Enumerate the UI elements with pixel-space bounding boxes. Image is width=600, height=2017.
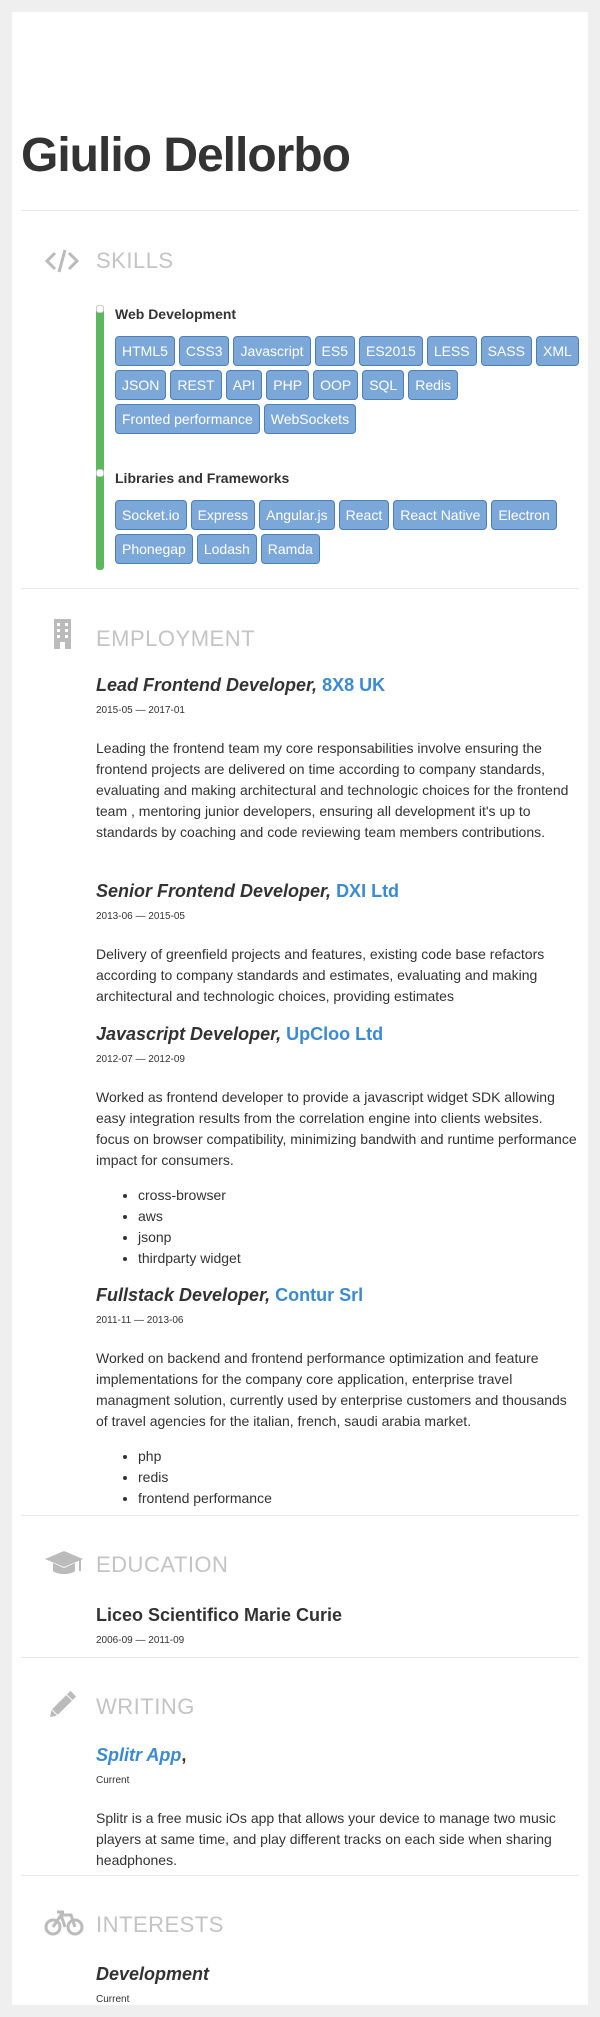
skill-keyword-tag: ES5 — [314, 336, 355, 366]
job-title: Senior Frontend Developer, DXI Ltd — [96, 881, 400, 901]
job-summary: Worked on backend and frontend performan… — [96, 1350, 567, 1429]
education-dates: 2006-09 — 2011-09 — [96, 1635, 185, 1646]
company-link[interactable]: Contur Srl — [275, 1285, 363, 1305]
job-highlight-item: redis — [138, 1467, 578, 1488]
skill-name: Web Development — [115, 306, 237, 322]
job-highlight-item: php — [138, 1446, 578, 1467]
skill-keyword-tag: Redis — [408, 370, 458, 400]
skill-keyword-tag: Phonegap — [115, 534, 193, 564]
skill-keyword-tag: Express — [190, 500, 256, 530]
skill-keyword-tag: REST — [170, 370, 222, 400]
job-highlights: cross-browserawsjsonpthirdparty widget — [96, 1185, 578, 1269]
job-summary: Delivery of greenfield projects and feat… — [96, 946, 545, 1004]
bicycle-icon — [44, 1905, 84, 1941]
employment-entry: Fullstack Developer, Contur Srl 2011-11 … — [96, 1284, 578, 1509]
skill-keyword-tag: React Native — [393, 500, 488, 530]
divider — [21, 588, 579, 589]
writing-entry: Splitr App, Current Splitr is a free mus… — [96, 1744, 578, 1871]
divider — [21, 1657, 579, 1658]
writing-link[interactable]: Splitr App — [96, 1745, 181, 1765]
interests-section-title: INTERESTS — [96, 1912, 224, 1937]
skill-keyword-tag: PHP — [266, 370, 310, 400]
skill-keyword-tag: JSON — [115, 370, 167, 400]
resume-page: Giulio Dellorbo SKILLS Web Development H… — [12, 12, 588, 2005]
skill-keyword-tag: Angular.js — [259, 500, 335, 530]
job-highlight-item: jsonp — [138, 1227, 578, 1248]
writing-section-title: WRITING — [96, 1694, 195, 1719]
company-link[interactable]: DXI Ltd — [336, 881, 399, 901]
job-summary: Leading the frontend team my core respon… — [96, 740, 569, 840]
interest-name: Development — [96, 1964, 210, 1984]
job-title: Fullstack Developer, Contur Srl — [96, 1285, 364, 1305]
skill-keyword-tag: WebSockets — [263, 404, 357, 434]
job-highlight-item: frontend performance — [138, 1488, 578, 1509]
employment-entry: Senior Frontend Developer, DXI Ltd 2013-… — [96, 880, 578, 1007]
skill-keyword-tag: HTML5 — [115, 336, 175, 366]
writing-title-comma: , — [181, 1745, 187, 1765]
job-position: Senior Frontend Developer — [96, 881, 327, 901]
job-dates: 2013-06 — 2015-05 — [96, 911, 185, 922]
skill-keyword-tag: OOP — [313, 370, 359, 400]
job-title: Lead Frontend Developer, 8X8 UK — [96, 675, 386, 695]
education-entry: Liceo Scientifico Marie Curie 2006-09 — … — [96, 1604, 578, 1648]
skill-keyword-tag: SASS — [480, 336, 532, 366]
employment-section-title: EMPLOYMENT — [96, 626, 256, 651]
skill-keyword-tag: XML — [535, 336, 579, 366]
job-dates: 2012-07 — 2012-09 — [96, 1054, 185, 1065]
interest-dates: Current — [96, 1994, 130, 2005]
skill-keyword-tag: Socket.io — [115, 500, 187, 530]
skill-keyword-tag: API — [225, 370, 263, 400]
pencil-icon — [44, 1687, 80, 1723]
institution-name: Liceo Scientifico Marie Curie — [96, 1605, 343, 1625]
company-link[interactable]: UpCloo Ltd — [286, 1024, 383, 1044]
skill-group-libraries-frameworks: Libraries and Frameworks Socket.io Expres… — [96, 469, 578, 569]
education-section-title: EDUCATION — [96, 1552, 229, 1577]
skill-keyword-tag: CSS3 — [178, 336, 230, 366]
job-position: Javascript Developer — [96, 1024, 277, 1044]
job-summary: Worked as frontend developer to provide … — [96, 1089, 577, 1168]
job-position: Lead Frontend Developer — [96, 675, 313, 695]
skill-level-bar-cap — [96, 469, 104, 477]
skill-keyword-tag: ES2015 — [358, 336, 423, 366]
skill-keyword-tag: Electron — [491, 500, 557, 530]
skill-keyword-tag: SQL — [362, 370, 405, 400]
skills-section-title: SKILLS — [96, 248, 174, 273]
skill-keyword-tag: Lodash — [196, 534, 257, 564]
job-highlight-item: cross-browser — [138, 1185, 578, 1206]
skill-keyword-tag: Fronted performance — [115, 404, 260, 434]
divider — [21, 1515, 579, 1516]
company-link[interactable]: 8X8 UK — [322, 675, 385, 695]
job-dates: 2011-11 — 2013-06 — [96, 1315, 184, 1326]
employment-entry: Javascript Developer, UpCloo Ltd 2012-07… — [96, 1023, 578, 1269]
skill-keywords: HTML5 CSS3 Javascript ES5 ES2015 LESS SASS XML J… — [115, 336, 581, 434]
job-dates: 2015-05 — 2017-01 — [96, 705, 185, 716]
skill-keyword-tag: LESS — [426, 336, 477, 366]
skill-keyword-tag: React — [338, 500, 390, 530]
interest-entry: Development Current — [96, 1963, 578, 2007]
skill-level-bar — [96, 469, 104, 569]
graduation-cap-icon — [44, 1545, 84, 1581]
skill-level-bar-cap — [96, 305, 104, 313]
divider — [21, 210, 579, 211]
skill-keyword-tag: Javascript — [233, 336, 311, 366]
job-highlights: phpredisfrontend performance — [96, 1446, 578, 1509]
building-icon — [44, 616, 80, 652]
job-highlight-item: aws — [138, 1206, 578, 1227]
writing-title: Splitr App, — [96, 1744, 578, 1766]
divider — [21, 1875, 579, 1876]
job-title: Javascript Developer, UpCloo Ltd — [96, 1024, 384, 1044]
job-position: Fullstack Developer — [96, 1285, 266, 1305]
code-icon — [44, 243, 80, 279]
skill-keyword-tag: Ramda — [260, 534, 320, 564]
skill-name: Libraries and Frameworks — [115, 470, 290, 486]
job-highlight-item: thirdparty widget — [138, 1248, 578, 1269]
page-title: Giulio Dellorbo — [21, 129, 351, 182]
skill-keywords: Socket.io Express Angular.js React React Nat… — [115, 500, 581, 564]
writing-dates: Current — [96, 1775, 130, 1786]
employment-entry: Lead Frontend Developer, 8X8 UK 2015-05 … — [96, 674, 578, 843]
writing-summary: Splitr is a free music iOs app that allo… — [96, 1810, 556, 1868]
